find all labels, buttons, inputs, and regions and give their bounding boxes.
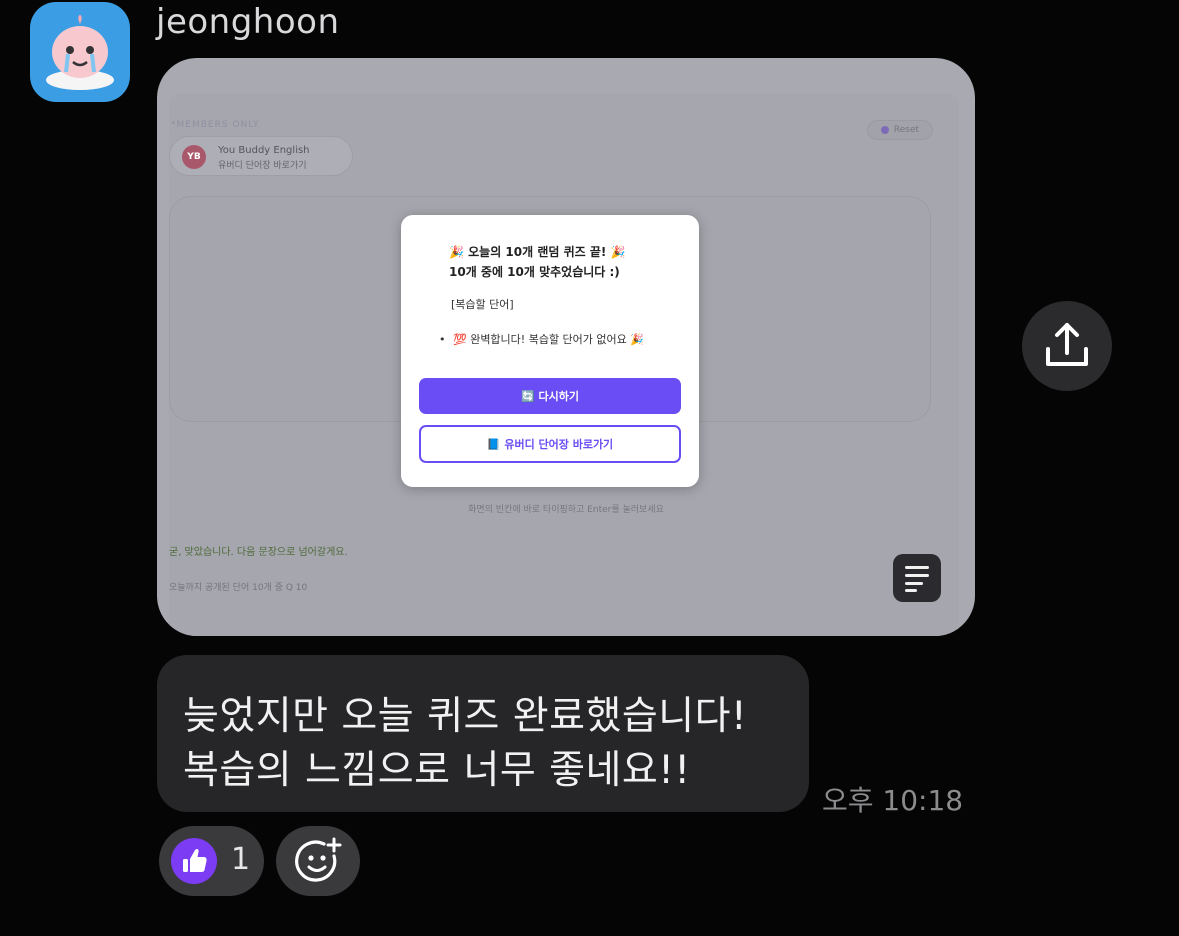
message-line-2: 복습의 느낌으로 너무 좋네요!! <box>183 748 691 793</box>
add-emoji-icon <box>295 837 342 882</box>
share-button[interactable] <box>1022 301 1112 391</box>
text-recognition-icon[interactable] <box>893 554 941 602</box>
sender-name: jeonghoon <box>156 2 340 42</box>
modal-title-line2: 10개 중에 10개 맞추었습니다 :) <box>449 265 620 279</box>
reaction-count: 1 <box>231 842 251 877</box>
message-timestamp: 오후 10:18 <box>822 784 964 817</box>
avatar[interactable] <box>30 2 130 102</box>
message-bubble[interactable]: 늦었지만 오늘 퀴즈 완료했습니다! 복습의 느낌으로 너무 좋네요!! <box>157 655 809 812</box>
share-icon <box>1046 323 1088 366</box>
typing-hint: 화면의 빈칸에 바로 타이핑하고 Enter를 눌러보세요 <box>468 505 664 515</box>
add-reaction-button[interactable] <box>276 826 360 896</box>
youbuddy-chip: YB You Buddy English 유버디 단어장 바로가기 <box>169 136 353 176</box>
thumbs-up-icon <box>171 838 217 884</box>
progress-text: 오늘까지 공개된 단어 10개 중 Q 10 <box>169 583 308 593</box>
message-line-1: 늦었지만 오늘 퀴즈 완료했습니다! <box>183 694 748 739</box>
thumbs-up-reaction[interactable]: 1 <box>159 826 264 896</box>
chip-subtitle: 유버디 단어장 바로가기 <box>218 161 307 171</box>
members-only-label: *MEMBERS ONLY <box>171 120 260 130</box>
review-words-label: [복습할 단어] <box>451 298 514 311</box>
modal-title-line1: 🎉 오늘의 10개 랜덤 퀴즈 끝! 🎉 <box>449 245 626 259</box>
review-bullet: 💯 완벽합니다! 복습할 단어가 없어요 🎉 <box>439 332 659 348</box>
quiz-result-modal: 🎉 오늘의 10개 랜덤 퀴즈 끝! 🎉 10개 중에 10개 맞추었습니다 :… <box>401 215 699 487</box>
shared-screenshot-image[interactable]: *MEMBERS ONLY YB You Buddy English 유버디 단… <box>157 58 975 636</box>
review-bullet-text: 💯 완벽합니다! 복습할 단어가 없어요 🎉 <box>453 333 644 346</box>
retry-button: 🔄 다시하기 <box>419 378 681 414</box>
reset-label: Reset <box>893 125 920 135</box>
youbuddy-badge: YB <box>182 145 206 169</box>
reset-dot-icon <box>880 126 889 134</box>
peach-character-icon <box>46 15 114 90</box>
correct-message: 굳, 맞았습니다. 다음 문장으로 넘어갈게요. <box>169 547 348 558</box>
vocab-link-button: 📘 유버디 단어장 바로가기 <box>419 425 681 463</box>
chip-title: You Buddy English <box>218 145 310 156</box>
reset-pill: Reset <box>867 120 933 140</box>
